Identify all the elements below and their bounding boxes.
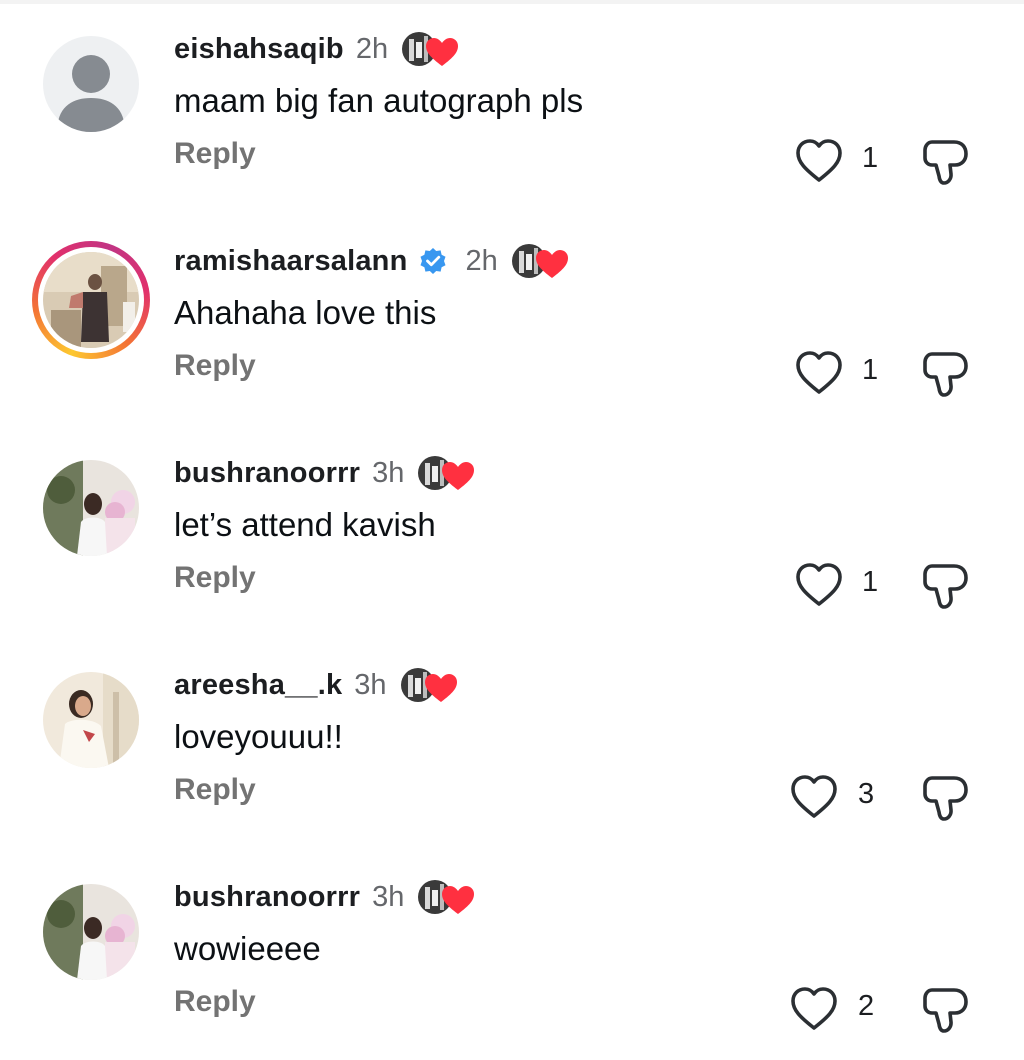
comment-text: let’s attend kavish	[174, 506, 436, 543]
comment-header: bushranoorrr 3h	[174, 451, 476, 495]
avatar[interactable]	[43, 36, 139, 132]
heart-outline-icon[interactable]	[790, 774, 838, 820]
avatar[interactable]	[43, 460, 139, 556]
timestamp: 2h	[465, 244, 498, 277]
comment-item: areesha__.k 3h loveyouuu!! Reply 3	[0, 636, 1024, 848]
username[interactable]: bushranoorrr	[174, 457, 360, 490]
comment-text: loveyouuu!!	[174, 718, 343, 755]
like-count: 2	[858, 990, 875, 1022]
timestamp: 3h	[354, 668, 387, 701]
thumbs-down-outline-icon[interactable]	[920, 772, 972, 824]
reply-button[interactable]: Reply	[174, 137, 256, 171]
username[interactable]: eishahsaqib	[174, 33, 344, 66]
timestamp: 3h	[372, 880, 405, 913]
username[interactable]: areesha__.k	[174, 669, 342, 702]
verified-badge-icon	[418, 246, 448, 276]
reply-button[interactable]: Reply	[174, 773, 256, 807]
reply-button[interactable]: Reply	[174, 561, 256, 595]
reply-button[interactable]: Reply	[174, 349, 256, 383]
comment-header: bushranoorrr 3h	[174, 875, 476, 919]
thumbs-down-outline-icon[interactable]	[920, 560, 972, 612]
like-count: 1	[862, 142, 879, 174]
comment-text: wowieeee	[174, 930, 321, 967]
timestamp: 2h	[355, 32, 389, 65]
creator-liked-heart-icon	[510, 240, 570, 282]
comment-header: ramishaarsalann 2h	[174, 239, 570, 283]
comment-item: eishahsaqib 2h maam big fan autograph pl…	[0, 0, 1024, 212]
timestamp: 3h	[372, 456, 405, 489]
comment-item: bushranoorrr 3h wowieeee Reply 2	[0, 848, 1024, 1060]
creator-liked-heart-icon	[416, 452, 476, 494]
creator-liked-heart-icon	[399, 664, 459, 706]
heart-outline-icon[interactable]	[795, 350, 843, 396]
comment-text: maam big fan autograph pls	[174, 82, 584, 119]
thumbs-down-outline-icon[interactable]	[920, 348, 972, 400]
thumbs-down-outline-icon[interactable]	[920, 984, 972, 1036]
comment-header: eishahsaqib 2h	[174, 27, 460, 71]
comment-item: ramishaarsalann 2h Ahahaha love this Rep	[0, 212, 1024, 424]
heart-outline-icon[interactable]	[795, 562, 843, 608]
heart-outline-icon[interactable]	[795, 138, 843, 184]
avatar-story-ring[interactable]	[32, 241, 150, 359]
comment-item: bushranoorrr 3h let’s attend kavish Repl…	[0, 424, 1024, 636]
comment-text: Ahahaha love this	[174, 294, 437, 331]
comment-header: areesha__.k 3h	[174, 663, 459, 707]
avatar[interactable]	[43, 672, 139, 768]
like-count: 3	[858, 778, 875, 810]
heart-outline-icon[interactable]	[790, 986, 838, 1032]
creator-liked-heart-icon	[416, 876, 476, 918]
creator-liked-heart-icon	[400, 28, 460, 70]
avatar[interactable]	[43, 884, 139, 980]
like-count: 1	[862, 566, 879, 598]
reply-button[interactable]: Reply	[174, 985, 256, 1019]
avatar	[43, 252, 139, 348]
username[interactable]: ramishaarsalann	[174, 245, 408, 278]
thumbs-down-outline-icon[interactable]	[920, 136, 972, 188]
like-count: 1	[862, 354, 879, 386]
username[interactable]: bushranoorrr	[174, 881, 360, 914]
